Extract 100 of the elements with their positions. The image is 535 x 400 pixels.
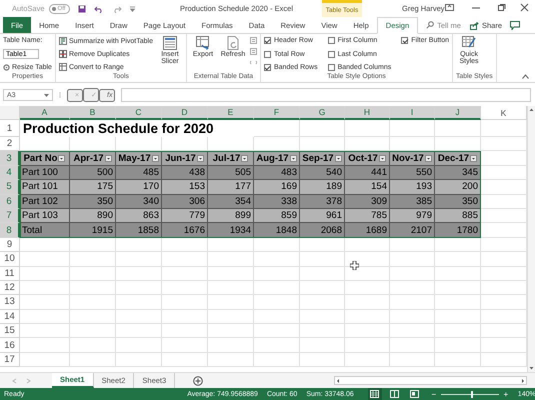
row-header[interactable]: 12 — [0, 280, 20, 296]
empty-cell[interactable] — [300, 266, 345, 281]
empty-cell[interactable] — [162, 338, 208, 353]
column-header[interactable]: K — [481, 106, 527, 120]
view-button[interactable] — [368, 388, 382, 400]
customize-caret-icon[interactable] — [130, 6, 136, 12]
empty-cell[interactable] — [254, 252, 300, 267]
row-header[interactable]: 17 — [0, 352, 20, 368]
row-header[interactable]: 7 — [0, 208, 20, 224]
empty-cell[interactable] — [435, 120, 481, 137]
scroll-left-icon[interactable] — [335, 378, 341, 384]
empty-cell[interactable] — [345, 324, 390, 338]
row-header[interactable]: 16 — [0, 338, 20, 353]
empty-cell[interactable] — [162, 252, 208, 267]
empty-cell[interactable] — [208, 310, 254, 324]
row-header[interactable]: 11 — [0, 266, 20, 281]
empty-cell[interactable] — [70, 324, 116, 338]
empty-cell[interactable] — [208, 352, 254, 368]
empty-cell[interactable] — [390, 266, 435, 281]
empty-cell[interactable] — [390, 280, 435, 296]
empty-cell[interactable] — [70, 295, 116, 310]
empty-cell[interactable] — [300, 120, 345, 137]
row-header[interactable]: 6 — [0, 194, 20, 209]
empty-cell[interactable] — [390, 252, 435, 267]
empty-cell[interactable] — [300, 280, 345, 296]
empty-cell[interactable] — [390, 295, 435, 310]
empty-cell[interactable] — [208, 137, 254, 152]
empty-cell[interactable] — [300, 238, 345, 252]
column-header[interactable]: A — [20, 106, 70, 120]
empty-cell[interactable] — [116, 324, 162, 338]
empty-cell[interactable] — [435, 280, 481, 296]
empty-cell[interactable] — [390, 338, 435, 353]
properties-icon[interactable] — [250, 37, 257, 44]
row-header[interactable]: 13 — [0, 295, 20, 310]
empty-cell[interactable] — [116, 252, 162, 267]
filter-dropdown-icon[interactable] — [470, 154, 478, 162]
empty-cell[interactable] — [162, 266, 208, 281]
empty-cell[interactable] — [345, 280, 390, 296]
empty-cell[interactable] — [116, 266, 162, 281]
vertical-scrollbar[interactable] — [527, 106, 535, 372]
zoom-slider-thumb[interactable] — [470, 390, 473, 398]
view-button[interactable] — [408, 388, 422, 400]
empty-cell[interactable] — [162, 137, 208, 152]
filter-dropdown-icon[interactable] — [334, 154, 342, 162]
view-button[interactable] — [388, 388, 402, 400]
empty-cell[interactable] — [300, 295, 345, 310]
empty-cell[interactable] — [254, 310, 300, 324]
empty-cell[interactable] — [254, 266, 300, 281]
empty-cell[interactable] — [390, 324, 435, 338]
empty-cell[interactable] — [208, 252, 254, 267]
empty-cell[interactable] — [390, 137, 435, 152]
filter-dropdown-icon[interactable] — [58, 154, 66, 162]
empty-cell[interactable] — [208, 238, 254, 252]
row-header[interactable]: 2 — [0, 137, 20, 152]
row-header[interactable]: 9 — [0, 238, 20, 252]
column-header[interactable]: J — [435, 106, 481, 120]
empty-cell[interactable] — [162, 295, 208, 310]
empty-cell[interactable] — [208, 266, 254, 281]
row-header[interactable]: 5 — [0, 180, 20, 195]
empty-cell[interactable] — [300, 252, 345, 267]
empty-cell[interactable] — [254, 352, 300, 368]
empty-cell[interactable] — [300, 338, 345, 353]
empty-cell[interactable] — [116, 310, 162, 324]
filter-dropdown-icon[interactable] — [196, 154, 204, 162]
filter-dropdown-icon[interactable] — [424, 154, 432, 162]
column-header[interactable]: H — [345, 106, 390, 120]
empty-cell[interactable] — [70, 266, 116, 281]
column-header[interactable]: C — [116, 106, 162, 120]
row-header[interactable]: 15 — [0, 324, 20, 338]
empty-cell[interactable] — [345, 310, 390, 324]
scroll-up-icon[interactable] — [528, 106, 535, 113]
empty-cell[interactable] — [116, 352, 162, 368]
zoom-in-button[interactable]: + — [502, 388, 510, 400]
empty-cell[interactable] — [435, 338, 481, 353]
empty-cell[interactable] — [254, 324, 300, 338]
column-header[interactable]: D — [162, 106, 208, 120]
empty-cell[interactable] — [345, 352, 390, 368]
empty-cell[interactable] — [208, 338, 254, 353]
empty-cell[interactable] — [116, 295, 162, 310]
collapse-ribbon-icon[interactable] — [522, 74, 529, 79]
empty-cell[interactable] — [345, 338, 390, 353]
filter-dropdown-icon[interactable] — [378, 154, 386, 162]
empty-cell[interactable] — [435, 324, 481, 338]
empty-cell[interactable] — [162, 324, 208, 338]
filter-dropdown-icon[interactable] — [241, 154, 248, 162]
empty-cell[interactable] — [300, 324, 345, 338]
empty-cell[interactable] — [300, 352, 345, 368]
empty-cell[interactable] — [208, 295, 254, 310]
empty-cell[interactable] — [254, 338, 300, 353]
column-header[interactable]: G — [300, 106, 345, 120]
row-header[interactable]: 1 — [0, 120, 20, 137]
scroll-right-icon[interactable] — [520, 378, 526, 384]
empty-cell[interactable] — [70, 238, 116, 252]
empty-cell[interactable] — [70, 310, 116, 324]
empty-cell[interactable] — [435, 352, 481, 368]
close-icon[interactable] — [520, 3, 529, 12]
empty-cell[interactable] — [345, 295, 390, 310]
empty-cell[interactable] — [390, 310, 435, 324]
empty-cell[interactable] — [70, 280, 116, 296]
formula-input[interactable] — [121, 88, 531, 102]
